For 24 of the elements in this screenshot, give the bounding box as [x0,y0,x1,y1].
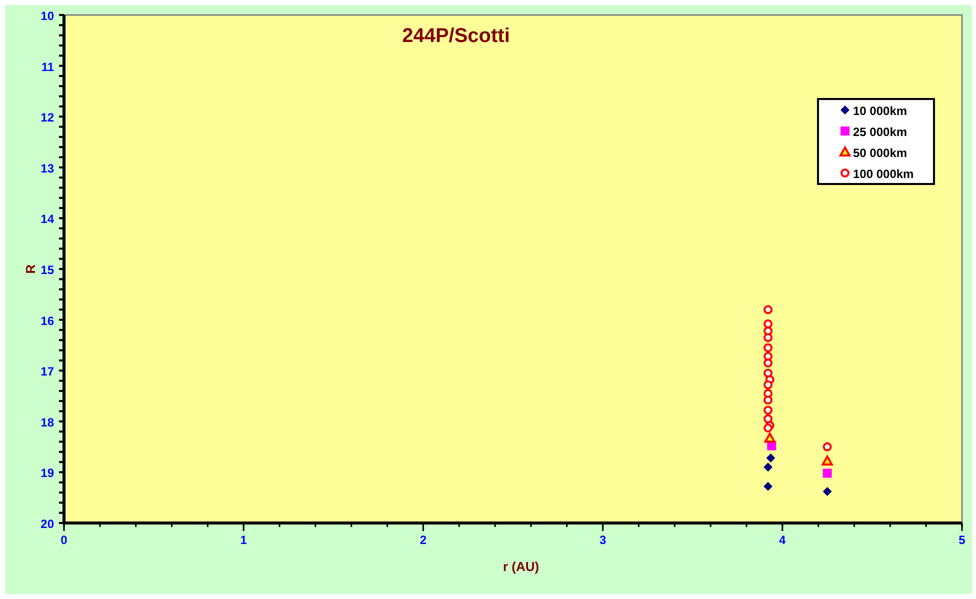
y-tick-label: 14 [40,212,54,226]
y-tick-label: 15 [40,263,54,277]
x-axis-title: r (AU) [502,559,540,574]
legend-label: 50 000km [853,146,908,160]
legend-label: 25 000km [853,125,908,139]
y-axis-title: R [23,264,38,274]
y-tick-label: 19 [40,466,54,480]
x-tick-label: 3 [599,533,606,547]
legend-label: 100 000km [853,167,914,181]
x-tick-label: 4 [779,533,786,547]
y-tick-label: 17 [40,364,54,379]
y-tick-label: 20 [40,517,54,531]
x-tick-label: 0 [60,533,68,547]
y-tick-label: 12 [40,110,54,125]
y-tick-label: 11 [41,60,54,74]
y-tick-label: 10 [40,9,54,23]
legend-label: 10 000km [853,104,908,118]
y-tick-label: 18 [40,415,54,430]
y-tick-label: 13 [40,161,54,176]
chart-title: 244P/Scotti [402,25,510,47]
y-tick-label: 16 [40,314,54,328]
x-tick-label: 1 [240,533,247,547]
x-tick-label: 5 [958,533,966,547]
x-tick-label: 2 [420,533,427,547]
